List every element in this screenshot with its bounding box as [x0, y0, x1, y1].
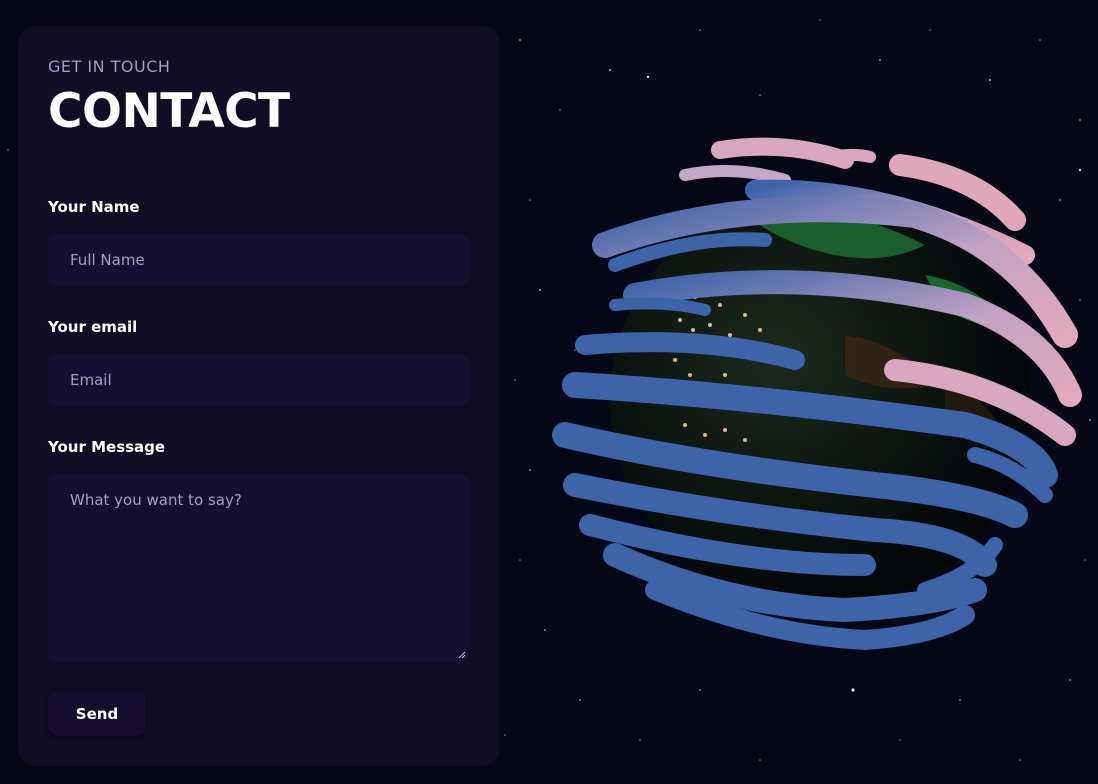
name-input[interactable]: Full Name — [48, 234, 469, 286]
page-stage: Get in touch CONTACT Your Name Full Name… — [0, 0, 1098, 784]
message-placeholder: What you want to say? — [70, 491, 242, 509]
name-label: Your Name — [48, 198, 140, 216]
contact-card: Get in touch CONTACT Your Name Full Name… — [18, 26, 499, 766]
name-placeholder: Full Name — [70, 251, 145, 269]
message-label: Your Message — [48, 438, 166, 456]
email-placeholder: Email — [70, 371, 112, 389]
message-textarea[interactable]: What you want to say? — [48, 474, 469, 662]
textarea-resize-icon[interactable] — [458, 651, 466, 659]
email-input[interactable]: Email — [48, 354, 469, 406]
email-label: Your email — [48, 318, 138, 336]
page-title: CONTACT — [48, 84, 290, 139]
send-button[interactable]: Send — [48, 691, 146, 736]
contact-eyebrow: Get in touch — [48, 57, 171, 76]
earth-globe-image — [552, 137, 1082, 651]
